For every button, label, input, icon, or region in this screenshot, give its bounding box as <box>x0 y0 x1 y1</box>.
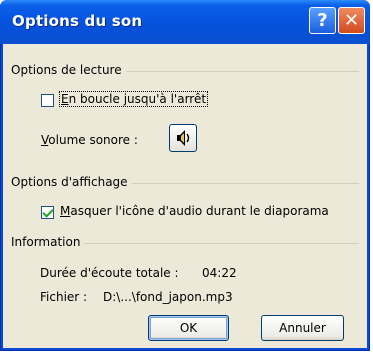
close-button[interactable]: ✕ <box>338 7 365 34</box>
display-group-label: Options d'affichage <box>11 175 132 189</box>
hide-audio-icon-checkbox[interactable] <box>41 206 54 219</box>
title-bar[interactable]: Options du son ? ✕ <box>0 0 370 44</box>
dialog-title: Options du son <box>12 12 143 30</box>
loop-checkbox[interactable] <box>41 94 54 107</box>
sound-options-dialog: Options du son ? ✕ Options de lecture En… <box>0 0 370 351</box>
info-group-label: Information <box>11 235 85 249</box>
loop-checkbox-label[interactable]: En boucle jusqu'à l'arrêt <box>59 91 209 107</box>
cancel-button[interactable]: Annuler <box>261 315 344 341</box>
duration-label: Durée d'écoute totale : <box>40 266 179 280</box>
close-icon: ✕ <box>343 10 360 31</box>
cancel-button-label: Annuler <box>279 321 326 335</box>
help-icon: ? <box>317 10 328 31</box>
file-value: D:\...\fond_japon.mp3 <box>103 290 233 304</box>
help-button[interactable]: ? <box>309 7 336 34</box>
duration-value: 04:22 <box>202 266 237 280</box>
volume-label: Volume sonore : <box>41 133 138 147</box>
volume-button[interactable] <box>169 124 197 152</box>
playback-group-label: Options de lecture <box>11 63 126 77</box>
ok-button[interactable]: OK <box>148 315 229 341</box>
ok-button-label: OK <box>179 321 198 335</box>
file-label: Fichier : <box>40 290 88 304</box>
speaker-icon <box>177 130 190 146</box>
hide-audio-icon-label[interactable]: Masquer l'icône d'audio durant le diapor… <box>60 204 329 218</box>
dialog-body: Options de lecture En boucle jusqu'à l'a… <box>3 44 367 348</box>
